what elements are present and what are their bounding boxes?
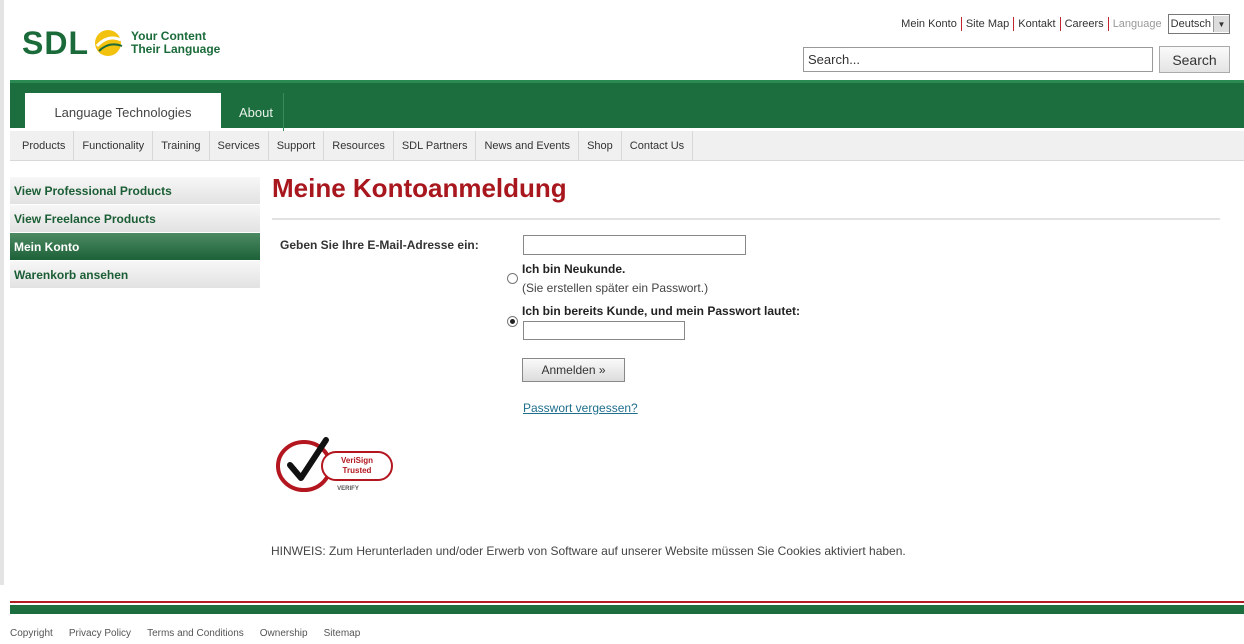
login-button[interactable]: Anmelden »	[522, 358, 625, 382]
sidebar-item-mein-konto[interactable]: Mein Konto	[10, 233, 260, 261]
logo-wordmark: SDL	[22, 24, 89, 61]
footer-divider-red	[10, 601, 1244, 603]
left-border	[0, 0, 4, 585]
forgot-password-link[interactable]: Passwort vergessen?	[523, 401, 638, 415]
sidebar-item-freelance-products[interactable]: View Freelance Products	[10, 205, 260, 233]
link-kontakt[interactable]: Kontakt	[1014, 18, 1059, 30]
sub-nav: Products Functionality Training Services…	[10, 130, 1244, 161]
radio-existing-customer-label: Ich bin bereits Kunde, und mein Passwort…	[522, 304, 801, 318]
subnav-training[interactable]: Training	[153, 130, 210, 161]
footer-privacy-policy[interactable]: Privacy Policy	[69, 628, 131, 639]
svg-text:VeriSign: VeriSign	[341, 456, 373, 465]
svg-text:Trusted: Trusted	[343, 466, 372, 475]
verisign-seal[interactable]: VeriSign Trusted VERIFY	[270, 432, 400, 494]
footer-ownership[interactable]: Ownership	[260, 628, 308, 639]
logo-tagline: Your Content Their Language	[131, 30, 220, 56]
link-careers[interactable]: Careers	[1061, 18, 1108, 30]
utility-links: Mein Konto Site Map Kontakt Careers Lang…	[897, 14, 1230, 34]
subnav-functionality[interactable]: Functionality	[74, 130, 154, 161]
radio-new-customer[interactable]	[507, 273, 518, 284]
tagline-line-2: Their Language	[131, 42, 221, 56]
main-nav-bar: Language Technologies About	[10, 80, 1244, 131]
search-button[interactable]: Search	[1159, 46, 1230, 73]
sidebar: View Professional Products View Freelanc…	[10, 177, 260, 289]
tab-language-technologies[interactable]: Language Technologies	[25, 93, 221, 131]
footer-terms[interactable]: Terms and Conditions	[147, 628, 244, 639]
page-title: Meine Kontoanmeldung	[272, 173, 567, 203]
cookie-notice: HINWEIS: Zum Herunterladen und/oder Erwe…	[271, 544, 906, 558]
subnav-contact-us[interactable]: Contact Us	[622, 130, 694, 161]
footer-sitemap[interactable]: Sitemap	[324, 628, 361, 639]
radio-new-customer-label: Ich bin Neukunde.	[522, 262, 626, 276]
svg-text:VERIFY: VERIFY	[337, 486, 359, 492]
radio-existing-customer[interactable]	[507, 316, 518, 327]
subnav-shop[interactable]: Shop	[579, 130, 622, 161]
radio-new-customer-hint: (Sie erstellen später ein Passwort.)	[522, 281, 709, 295]
subnav-services[interactable]: Services	[210, 130, 269, 161]
password-field[interactable]	[523, 321, 685, 340]
footer-divider-green	[10, 605, 1244, 614]
tab-about[interactable]: About	[229, 93, 284, 131]
language-select[interactable]: Deutsch ▼	[1167, 14, 1230, 34]
email-field[interactable]	[523, 235, 746, 255]
language-selected: Deutsch	[1170, 18, 1211, 30]
title-divider	[272, 218, 1220, 220]
search-input[interactable]	[803, 47, 1153, 72]
link-site-map[interactable]: Site Map	[962, 18, 1013, 30]
sidebar-item-warenkorb[interactable]: Warenkorb ansehen	[10, 261, 260, 289]
sdl-logo[interactable]: SDL Your Content Their Language	[22, 22, 220, 64]
chevron-down-icon: ▼	[1213, 16, 1229, 32]
footer-links: Copyright Privacy Policy Terms and Condi…	[10, 628, 376, 639]
email-label: Geben Sie Ihre E-Mail-Adresse ein:	[280, 238, 479, 252]
footer-copyright[interactable]: Copyright	[10, 628, 53, 639]
sidebar-item-professional-products[interactable]: View Professional Products	[10, 177, 260, 205]
subnav-support[interactable]: Support	[269, 130, 325, 161]
subnav-sdl-partners[interactable]: SDL Partners	[394, 130, 477, 161]
subnav-resources[interactable]: Resources	[324, 130, 394, 161]
link-mein-konto[interactable]: Mein Konto	[897, 18, 961, 30]
globe-icon	[95, 30, 123, 56]
subnav-news-and-events[interactable]: News and Events	[476, 130, 580, 161]
language-label: Language	[1112, 18, 1162, 30]
subnav-products[interactable]: Products	[10, 130, 75, 161]
